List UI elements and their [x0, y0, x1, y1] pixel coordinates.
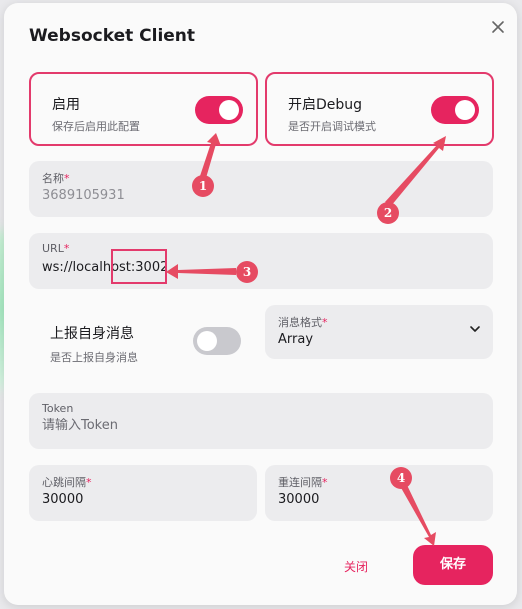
token-field-label: Token — [42, 402, 74, 415]
save-button[interactable]: 保存 — [413, 545, 493, 585]
heartbeat-field[interactable]: 心跳间隔* 30000 — [29, 465, 257, 521]
enable-toggle[interactable] — [195, 96, 243, 124]
message-format-select[interactable]: 消息格式* Array — [265, 305, 493, 359]
dialog-title: Websocket Client — [29, 26, 196, 46]
url-field[interactable]: URL* ws://localhost:3002 — [29, 233, 493, 289]
name-field-value: 3689105931 — [42, 188, 125, 203]
enable-description: 保存后启用此配置 — [52, 120, 140, 133]
annotation-badge-3: 3 — [236, 261, 258, 283]
debug-card: 开启Debug 是否开启调试模式 — [265, 72, 494, 146]
report-self-toggle[interactable] — [193, 327, 241, 355]
token-input[interactable] — [42, 418, 242, 433]
debug-description: 是否开启调试模式 — [288, 120, 376, 133]
report-self-description: 是否上报自身消息 — [50, 351, 138, 364]
chevron-down-icon — [470, 326, 480, 332]
annotation-badge-4: 4 — [390, 467, 412, 489]
enable-card: 启用 保存后启用此配置 — [29, 72, 258, 146]
annotation-badge-1: 1 — [192, 175, 214, 197]
enable-label: 启用 — [52, 97, 80, 113]
reconnect-value: 30000 — [278, 492, 320, 507]
token-field[interactable]: Token — [29, 393, 493, 449]
reconnect-field[interactable]: 重连间隔* 30000 — [265, 465, 493, 521]
message-format-value: Array — [278, 332, 314, 347]
message-format-label: 消息格式 — [278, 316, 322, 329]
report-self-card: 上报自身消息 是否上报自身消息 — [29, 305, 258, 371]
url-field-label: URL — [42, 242, 64, 255]
websocket-client-dialog: Websocket Client 启用 保存后启用此配置 开启Debug 是否开… — [4, 3, 517, 605]
heartbeat-value: 30000 — [42, 492, 84, 507]
url-port-highlight — [111, 249, 167, 284]
close-icon[interactable] — [488, 17, 508, 37]
close-button[interactable]: 关闭 — [344, 558, 368, 575]
annotation-badge-2: 2 — [377, 202, 399, 224]
reconnect-label: 重连间隔 — [278, 476, 322, 489]
name-field[interactable]: 名称* 3689105931 — [29, 161, 493, 217]
report-self-label: 上报自身消息 — [50, 326, 134, 342]
debug-toggle[interactable] — [431, 96, 479, 124]
heartbeat-label: 心跳间隔 — [42, 476, 86, 489]
debug-label: 开启Debug — [288, 97, 363, 113]
name-field-label: 名称 — [42, 172, 64, 185]
